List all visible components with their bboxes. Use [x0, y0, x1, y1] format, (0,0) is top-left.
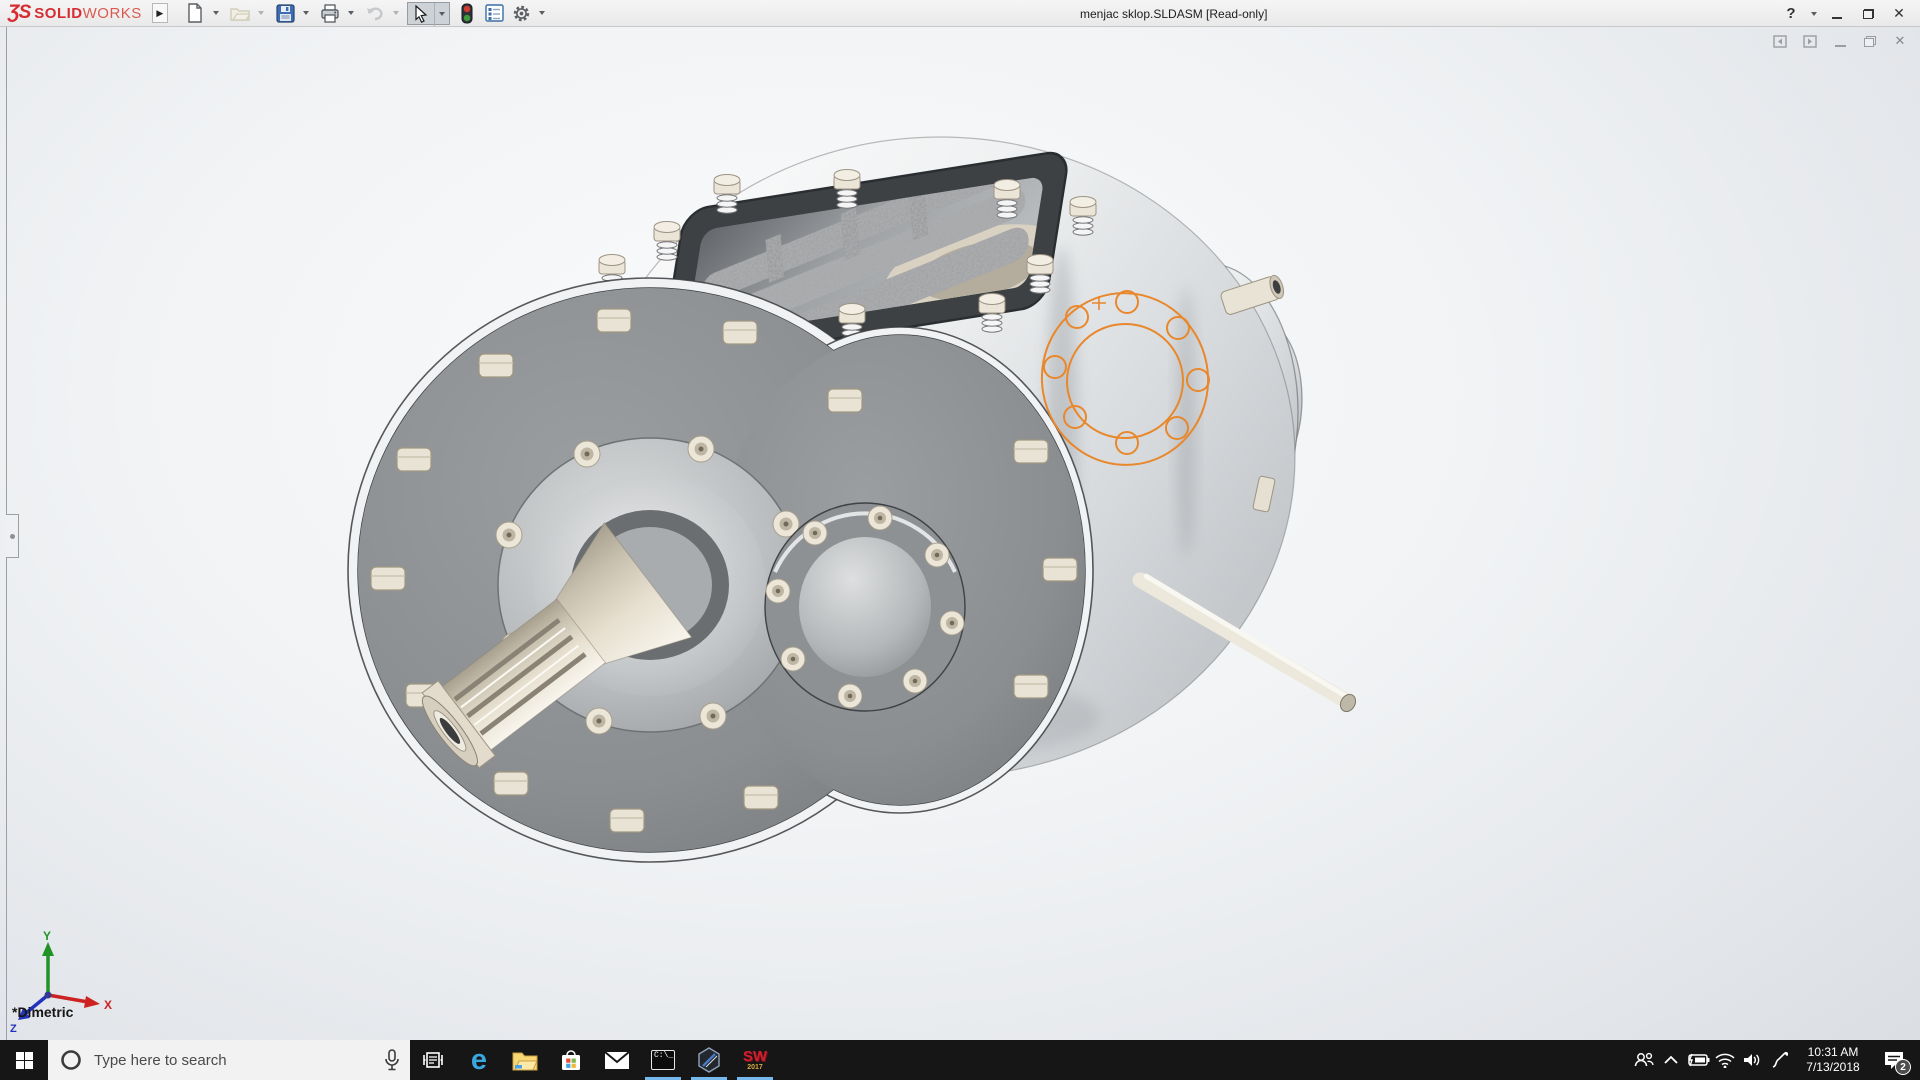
file-properties-button[interactable]	[481, 2, 508, 25]
start-button[interactable]	[0, 1040, 48, 1080]
action-center-button[interactable]: 2	[1874, 1040, 1914, 1080]
undo-arrow-icon	[365, 4, 385, 22]
stoplight-icon	[461, 3, 473, 24]
microphone-icon[interactable]	[384, 1049, 400, 1071]
taskbar-solidworks-button[interactable]: SW 2017	[732, 1040, 778, 1080]
taskbar: Type here to search e	[0, 1040, 1920, 1080]
search-placeholder: Type here to search	[94, 1052, 384, 1069]
select-cursor-icon	[413, 5, 429, 23]
pen-settings[interactable]	[1765, 1040, 1792, 1080]
save-caret[interactable]	[299, 2, 313, 25]
hidden-icons-chevron[interactable]	[1657, 1040, 1684, 1080]
speaker-icon	[1742, 1052, 1762, 1068]
triad-x-label: X	[104, 998, 112, 1012]
help-button[interactable]: ?	[1780, 3, 1802, 25]
side-bearing-cover[interactable]	[765, 503, 965, 711]
battery-status[interactable]	[1684, 1040, 1711, 1080]
chevron-up-icon	[1663, 1055, 1679, 1065]
title-bar: ƷS SOLIDWORKS ▶	[0, 0, 1920, 27]
system-tray: 10:31 AM 7/13/2018 2	[1630, 1040, 1920, 1080]
pen-icon	[1770, 1051, 1788, 1069]
new-document-icon	[186, 3, 204, 23]
new-document-caret[interactable]	[209, 2, 223, 25]
battery-charging-icon	[1686, 1053, 1710, 1067]
microsoft-store-icon	[559, 1048, 583, 1072]
new-document-button[interactable]	[182, 2, 209, 25]
print-icon	[320, 4, 340, 23]
task-view-icon	[422, 1050, 444, 1070]
gear-icon	[512, 4, 531, 23]
print-caret[interactable]	[344, 2, 358, 25]
window-title: menjac sklop.SLDASM [Read-only]	[1080, 7, 1267, 21]
rebuild-stoplight-button[interactable]	[454, 2, 481, 25]
print-button[interactable]	[317, 2, 344, 25]
window-controls: ? ✕	[1780, 0, 1910, 27]
close-button[interactable]: ✕	[1888, 3, 1910, 25]
windows-logo-icon	[16, 1052, 33, 1069]
view-orientation-label: *Dimetric	[12, 1004, 73, 1020]
taskbar-hexagon-app-button[interactable]	[686, 1040, 732, 1080]
select-tool-button[interactable]	[408, 3, 435, 26]
taskbar-clock[interactable]: 10:31 AM 7/13/2018	[1798, 1045, 1868, 1075]
menu-expand-button[interactable]: ▶	[152, 3, 168, 23]
undo-caret[interactable]	[389, 2, 403, 25]
taskbar-store-button[interactable]	[548, 1040, 594, 1080]
options-caret[interactable]	[535, 2, 549, 25]
wifi-status[interactable]	[1711, 1040, 1738, 1080]
orientation-triad: Y X Z	[6, 930, 126, 1040]
command-prompt-icon: C:\_	[651, 1050, 675, 1070]
file-explorer-icon	[512, 1049, 538, 1071]
open-document-caret[interactable]	[254, 2, 268, 25]
triad-z-label: Z	[10, 1023, 17, 1035]
clock-date: 7/13/2018	[1798, 1060, 1868, 1075]
edge-icon: e	[471, 1046, 487, 1075]
open-document-button[interactable]	[227, 2, 254, 25]
wifi-icon	[1715, 1053, 1735, 1068]
help-caret[interactable]	[1811, 12, 1817, 16]
undo-button[interactable]	[362, 2, 389, 25]
taskbar-file-explorer-button[interactable]	[502, 1040, 548, 1080]
volume-status[interactable]	[1738, 1040, 1765, 1080]
taskbar-search-input[interactable]: Type here to search	[48, 1040, 410, 1080]
solidworks-logo-mark: ƷS	[8, 2, 30, 24]
taskbar-edge-button[interactable]: e	[456, 1040, 502, 1080]
graphics-viewport[interactable]: ✕	[0, 27, 1920, 1040]
restore-button[interactable]	[1857, 3, 1879, 25]
notification-badge: 2	[1895, 1059, 1911, 1075]
taskbar-command-prompt-button[interactable]: C:\_	[640, 1040, 686, 1080]
minimize-button[interactable]	[1826, 3, 1848, 25]
file-properties-icon	[485, 4, 504, 22]
solidworks-logo: ƷS SOLIDWORKS	[0, 2, 152, 24]
cortana-circle-icon	[60, 1049, 82, 1071]
solidworks-2017-icon: SW 2017	[743, 1049, 767, 1071]
quick-access-toolbar	[182, 0, 553, 26]
select-tool-caret[interactable]	[435, 3, 449, 26]
taskbar-mail-button[interactable]	[594, 1040, 640, 1080]
mail-icon	[604, 1051, 630, 1070]
people-icon	[1633, 1051, 1655, 1069]
select-tool-group	[407, 2, 450, 25]
people-button[interactable]	[1630, 1040, 1657, 1080]
save-button[interactable]	[272, 2, 299, 25]
gearbox-assembly-model[interactable]	[0, 27, 1920, 1040]
clock-time: 10:31 AM	[1798, 1045, 1868, 1060]
options-button[interactable]	[508, 2, 535, 25]
open-folder-icon	[230, 4, 250, 22]
hexagon-app-icon	[697, 1047, 721, 1073]
triad-y-label: Y	[43, 930, 51, 943]
save-floppy-icon	[276, 4, 295, 23]
task-view-button[interactable]	[410, 1040, 456, 1080]
